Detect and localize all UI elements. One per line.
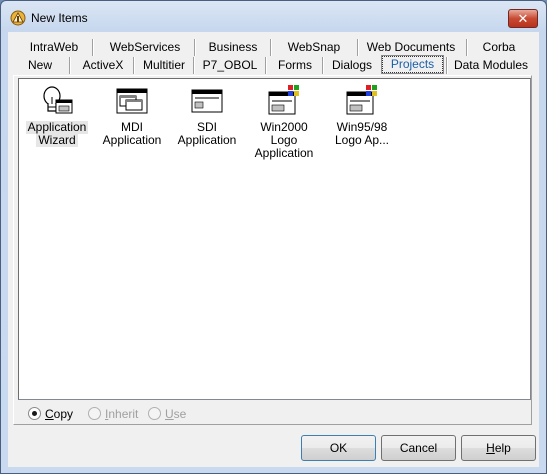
tab-separator [466,39,468,56]
item-label: Application [177,133,237,147]
win9x-logo-app-icon [346,85,377,115]
new-items-dialog: New Items ✕ IntraWeb WebServices Busines… [0,0,547,474]
tab-separator [446,57,448,74]
help-text: elp [494,441,511,455]
tab-dialogs[interactable]: Dialogs [326,57,378,74]
dialog-client-area: IntraWeb WebServices Business WebSnap We… [8,32,539,467]
tab-separator [270,39,272,56]
title-bar[interactable]: New Items ✕ [1,1,546,33]
tab-separator [69,57,71,74]
help-accel: H [486,441,495,455]
tab-p7-obol[interactable]: P7_OBOL [198,57,262,74]
use-label: Use [165,407,186,421]
tab-separator [265,57,267,74]
item-list-view[interactable]: Application Wizard MDI Application SDI A… [18,78,531,400]
close-button[interactable]: ✕ [508,9,538,28]
item-label: Application [254,146,314,160]
item-application-wizard[interactable]: Application Wizard [19,85,95,147]
tab-activex[interactable]: ActiveX [74,57,132,74]
item-label: Wizard [36,133,78,147]
item-label: Application [102,133,162,147]
copy-text: opy [53,407,74,421]
tab-separator [357,39,359,56]
tab-separator [92,39,94,56]
ok-button[interactable]: OK [301,435,376,461]
item-win2000-logo-application[interactable]: Win2000 Logo Application [244,85,324,160]
mdi-window-icon [116,88,148,114]
copy-label: Copy [45,407,73,421]
item-sdi-application[interactable]: SDI Application [169,85,245,147]
tab-separator [193,57,195,74]
tab-webservices[interactable]: WebServices [98,39,192,56]
item-label: Logo Ap... [334,133,390,147]
window-title: New Items [31,11,88,25]
tab-multitier[interactable]: Multitier [136,57,192,74]
wizard-lightbulb-icon [43,86,73,114]
cancel-button[interactable]: Cancel [381,435,456,461]
item-mdi-application[interactable]: MDI Application [94,85,170,147]
inherit-label: Inherit [105,407,138,421]
delphi-app-icon [10,10,26,26]
help-button[interactable]: Help [461,435,536,461]
sdi-window-icon [191,89,223,113]
inherit-radio [88,407,101,420]
tab-data-modules[interactable]: Data Modules [450,57,532,74]
copy-accel: C [45,407,54,421]
tab-web-documents[interactable]: Web Documents [362,39,460,56]
tab-separator [194,39,196,56]
use-text: se [173,407,187,421]
tab-business[interactable]: Business [198,39,268,56]
tab-projects[interactable]: Projects [381,55,444,74]
use-radio [148,407,161,420]
use-accel: U [165,407,174,421]
tab-separator [133,57,135,74]
copy-radio[interactable] [28,407,41,420]
tab-new[interactable]: New [22,57,58,74]
item-win9x-logo-application[interactable]: Win95/98 Logo Ap... [324,85,400,147]
tab-websnap[interactable]: WebSnap [274,39,354,56]
win2000-logo-app-icon [268,85,299,115]
tab-separator [322,57,324,74]
tab-corba[interactable]: Corba [474,39,524,56]
tab-intraweb[interactable]: IntraWeb [22,39,86,56]
inherit-text: nherit [108,407,139,421]
close-icon: ✕ [517,11,529,26]
tab-forms[interactable]: Forms [270,57,320,74]
item-label: Win2000 Logo [260,120,308,147]
